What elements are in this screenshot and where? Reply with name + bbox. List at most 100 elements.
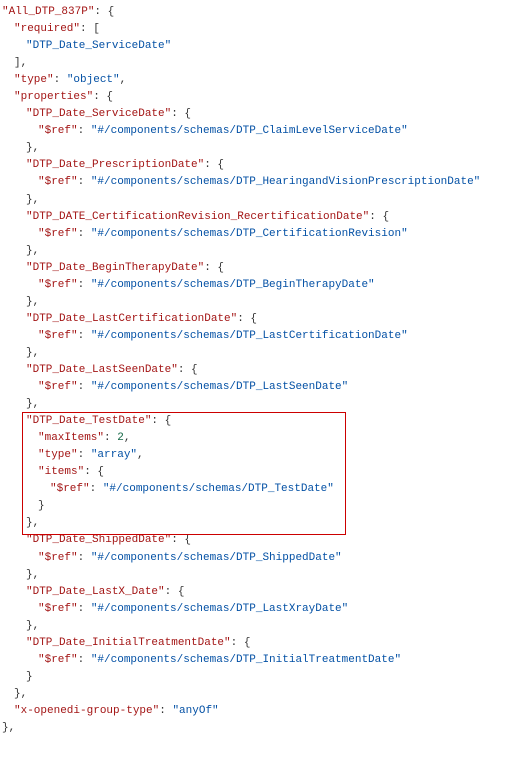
token-p: }	[26, 671, 33, 683]
token-v: "anyOf"	[172, 705, 218, 717]
token-p: },	[26, 194, 39, 206]
token-p: :	[78, 125, 91, 137]
code-line: "$ref": "#/components/schemas/DTP_Certif…	[2, 226, 519, 243]
token-p: },	[26, 142, 39, 154]
code-line: },	[2, 515, 519, 532]
token-p: : {	[165, 586, 185, 598]
code-line: "DTP_DATE_CertificationRevision_Recertif…	[2, 209, 519, 226]
token-p: : {	[204, 262, 224, 274]
token-p: :	[78, 381, 91, 393]
token-k: "$ref"	[38, 381, 78, 393]
code-line: },	[2, 294, 519, 311]
code-line: },	[2, 140, 519, 157]
token-p: : {	[93, 91, 113, 103]
token-v: "#/components/schemas/DTP_CertificationR…	[91, 228, 408, 240]
token-k: "DTP_Date_TestDate"	[26, 415, 151, 427]
code-line: "DTP_Date_InitialTreatmentDate": {	[2, 635, 519, 652]
token-k: "DTP_Date_LastSeenDate"	[26, 364, 178, 376]
token-p: :	[54, 74, 67, 86]
token-v: "#/components/schemas/DTP_LastXrayDate"	[91, 603, 348, 615]
code-line: },	[2, 345, 519, 362]
token-p: ],	[14, 57, 27, 69]
token-v: "DTP_Date_ServiceDate"	[26, 40, 171, 52]
code-line: "type": "object",	[2, 72, 519, 89]
code-line: "DTP_Date_PrescriptionDate": {	[2, 157, 519, 174]
token-p: :	[159, 705, 172, 717]
token-v: "#/components/schemas/DTP_LastSeenDate"	[91, 381, 348, 393]
token-k: "x-openedi-group-type"	[14, 705, 159, 717]
code-line: },	[2, 720, 519, 737]
token-p: :	[78, 176, 91, 188]
code-line: },	[2, 567, 519, 584]
token-k: "required"	[14, 23, 80, 35]
token-k: "properties"	[14, 91, 93, 103]
code-line: "DTP_Date_LastSeenDate": {	[2, 362, 519, 379]
token-v: "#/components/schemas/DTP_HearingandVisi…	[91, 176, 480, 188]
token-k: "$ref"	[38, 176, 78, 188]
token-p: : {	[237, 313, 257, 325]
token-v: "#/components/schemas/DTP_ClaimLevelServ…	[91, 125, 408, 137]
token-k: "$ref"	[38, 654, 78, 666]
code-line: ],	[2, 55, 519, 72]
token-k: "DTP_Date_LastX_Date"	[26, 586, 165, 598]
token-k: "$ref"	[38, 228, 78, 240]
token-p: }	[38, 500, 45, 512]
token-p: :	[78, 228, 91, 240]
code-line: },	[2, 618, 519, 635]
token-p: :	[78, 603, 91, 615]
token-k: "DTP_Date_InitialTreatmentDate"	[26, 637, 231, 649]
code-line: "DTP_Date_BeginTherapyDate": {	[2, 260, 519, 277]
code-line: "DTP_Date_ServiceDate"	[2, 38, 519, 55]
code-line: "All_DTP_837P": {	[2, 4, 519, 21]
token-p: },	[26, 245, 39, 257]
code-line: "$ref": "#/components/schemas/DTP_Shippe…	[2, 550, 519, 567]
token-v: "object"	[67, 74, 120, 86]
token-k: "$ref"	[38, 330, 78, 342]
code-line: "x-openedi-group-type": "anyOf"	[2, 703, 519, 720]
token-k: "DTP_Date_ServiceDate"	[26, 108, 171, 120]
code-line: "required": [	[2, 21, 519, 38]
token-p: : {	[84, 466, 104, 478]
token-p: :	[78, 552, 91, 564]
token-p: :	[78, 279, 91, 291]
token-k: "items"	[38, 466, 84, 478]
token-p: : {	[231, 637, 251, 649]
token-k: "$ref"	[38, 125, 78, 137]
token-p: :	[78, 330, 91, 342]
token-k: "$ref"	[50, 483, 90, 495]
code-line: },	[2, 243, 519, 260]
token-p: ,	[137, 449, 144, 461]
token-p: ,	[120, 74, 127, 86]
token-p: },	[26, 569, 39, 581]
code-line: }	[2, 669, 519, 686]
token-p: },	[26, 296, 39, 308]
token-p: },	[2, 722, 15, 734]
token-p: : {	[171, 108, 191, 120]
token-p: ,	[124, 432, 131, 444]
token-k: "DTP_DATE_CertificationRevision_Recertif…	[26, 211, 369, 223]
token-k: "type"	[38, 449, 78, 461]
token-p: :	[104, 432, 117, 444]
token-v: "#/components/schemas/DTP_InitialTreatme…	[91, 654, 401, 666]
token-v: "#/components/schemas/DTP_TestDate"	[103, 483, 334, 495]
token-v: "#/components/schemas/DTP_LastCertificat…	[91, 330, 408, 342]
code-line: }	[2, 498, 519, 515]
code-line: "$ref": "#/components/schemas/DTP_LastCe…	[2, 328, 519, 345]
token-p: },	[26, 398, 39, 410]
token-v: "#/components/schemas/DTP_ShippedDate"	[91, 552, 342, 564]
token-k: "DTP_Date_LastCertificationDate"	[26, 313, 237, 325]
token-n: 2	[117, 432, 124, 444]
token-v: "#/components/schemas/DTP_BeginTherapyDa…	[91, 279, 375, 291]
token-k: "All_DTP_837P"	[2, 6, 94, 18]
token-p: : {	[369, 211, 389, 223]
code-line: },	[2, 396, 519, 413]
code-line: "$ref": "#/components/schemas/DTP_LastSe…	[2, 379, 519, 396]
token-p: },	[26, 517, 39, 529]
code-line: "$ref": "#/components/schemas/DTP_Hearin…	[2, 174, 519, 191]
json-code-block: "All_DTP_837P": {"required": ["DTP_Date_…	[2, 4, 519, 737]
token-k: "$ref"	[38, 552, 78, 564]
code-line: "$ref": "#/components/schemas/DTP_TestDa…	[2, 481, 519, 498]
token-p: },	[26, 620, 39, 632]
token-v: "array"	[91, 449, 137, 461]
token-k: "DTP_Date_BeginTherapyDate"	[26, 262, 204, 274]
